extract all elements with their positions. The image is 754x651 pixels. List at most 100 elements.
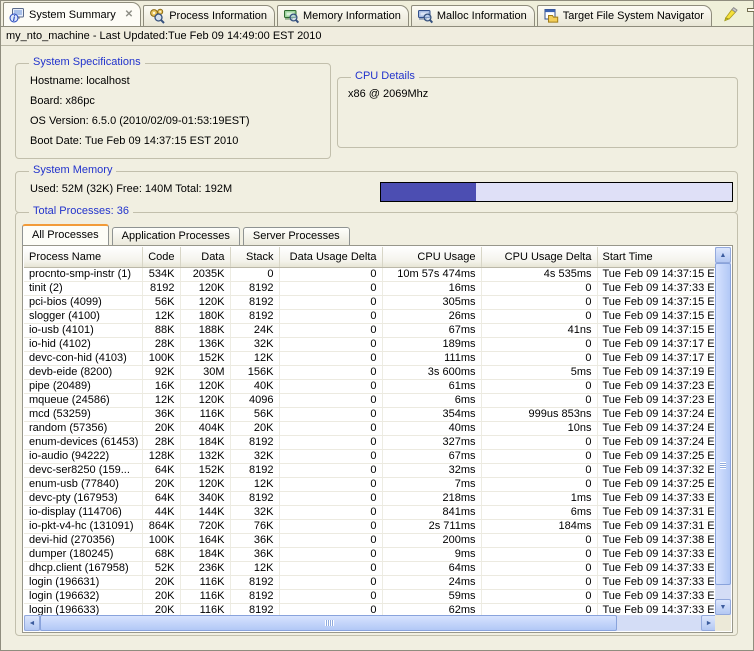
table-row[interactable]: dumper (180245) 68K 184K 36K 0 9ms 0 Tue… xyxy=(24,547,717,561)
cell-start-time: Tue Feb 09 14:37:38 E. xyxy=(597,533,717,547)
memory-usage-bar xyxy=(380,182,733,202)
table-row[interactable]: random (57356) 20K 404K 20K 0 40ms 10ns … xyxy=(24,421,717,435)
cell-cpu-usage-delta: 0 xyxy=(481,295,597,309)
minimize-icon[interactable] xyxy=(747,8,754,12)
cell-start-time: Tue Feb 09 14:37:33 E. xyxy=(597,281,717,295)
table-row[interactable]: io-usb (4101) 88K 188K 24K 0 67ms 41ns T… xyxy=(24,323,717,337)
cell-stack: 76K xyxy=(230,519,279,533)
table-row[interactable]: enum-usb (77840) 20K 120K 12K 0 7ms 0 Tu… xyxy=(24,477,717,491)
system-summary-view: i System Summary ✕ Process Information xyxy=(0,0,754,651)
table-row[interactable]: io-display (114706) 44K 144K 32K 0 841ms… xyxy=(24,505,717,519)
horizontal-scrollbar[interactable]: ◄ ► xyxy=(24,615,717,631)
col-start-time[interactable]: Start Time xyxy=(597,247,717,267)
col-stack[interactable]: Stack xyxy=(230,247,279,267)
cell-start-time: Tue Feb 09 14:37:24 E. xyxy=(597,435,717,449)
col-cpu-usage[interactable]: CPU Usage xyxy=(382,247,481,267)
cell-data-usage-delta: 0 xyxy=(279,351,382,365)
cell-stack: 20K xyxy=(230,421,279,435)
col-code[interactable]: Code xyxy=(142,247,180,267)
cell-process-name: login (196632) xyxy=(24,589,142,603)
table-row[interactable]: devi-hid (270356) 100K 164K 36K 0 200ms … xyxy=(24,533,717,547)
table-row[interactable]: io-hid (4102) 28K 136K 32K 0 189ms 0 Tue… xyxy=(24,337,717,351)
cell-cpu-usage: 67ms xyxy=(382,449,481,463)
cell-data: 340K xyxy=(180,491,230,505)
table-row[interactable]: procnto-smp-instr (1) 534K 2035K 0 0 10m… xyxy=(24,267,717,281)
vertical-scrollbar[interactable]: ▲ ▼ xyxy=(715,247,731,615)
cell-process-name: devb-eide (8200) xyxy=(24,365,142,379)
memory-information-icon xyxy=(283,8,299,24)
col-data[interactable]: Data xyxy=(180,247,230,267)
table-row[interactable]: devc-con-hid (4103) 100K 152K 12K 0 111m… xyxy=(24,351,717,365)
table-row[interactable]: login (196633) 20K 116K 8192 0 62ms 0 Tu… xyxy=(24,603,717,615)
table-row[interactable]: slogger (4100) 12K 180K 8192 0 26ms 0 Tu… xyxy=(24,309,717,323)
table-row[interactable]: enum-devices (61453) 28K 184K 8192 0 327… xyxy=(24,435,717,449)
cell-data: 144K xyxy=(180,505,230,519)
cell-data-usage-delta: 0 xyxy=(279,393,382,407)
cell-code: 68K xyxy=(142,547,180,561)
cell-process-name: pci-bios (4099) xyxy=(24,295,142,309)
cell-start-time: Tue Feb 09 14:37:24 E. xyxy=(597,407,717,421)
highlighter-icon[interactable] xyxy=(723,6,739,22)
cell-start-time: Tue Feb 09 14:37:24 E. xyxy=(597,421,717,435)
cell-data-usage-delta: 0 xyxy=(279,309,382,323)
cell-cpu-usage: 24ms xyxy=(382,575,481,589)
cell-data-usage-delta: 0 xyxy=(279,323,382,337)
cell-cpu-usage: 3s 600ms xyxy=(382,365,481,379)
cell-stack: 40K xyxy=(230,379,279,393)
cell-data: 188K xyxy=(180,323,230,337)
cell-code: 64K xyxy=(142,491,180,505)
tab-target-file-system-navigator[interactable]: Target File System Navigator xyxy=(537,5,712,26)
group-title: System Specifications xyxy=(29,56,145,68)
col-process-name[interactable]: Process Name xyxy=(24,247,142,267)
table-row[interactable]: devc-ser8250 (159... 64K 152K 8192 0 32m… xyxy=(24,463,717,477)
cell-cpu-usage-delta: 6ms xyxy=(481,505,597,519)
cell-code: 28K xyxy=(142,337,180,351)
cell-data: 116K xyxy=(180,407,230,421)
tab-process-information[interactable]: Process Information xyxy=(143,5,275,26)
vertical-scrollbar-thumb[interactable] xyxy=(715,263,731,585)
cell-start-time: Tue Feb 09 14:37:33 E. xyxy=(597,561,717,575)
scroll-left-button[interactable]: ◄ xyxy=(24,615,40,631)
tab-label: Application Processes xyxy=(122,230,230,242)
table-row[interactable]: pci-bios (4099) 56K 120K 8192 0 305ms 0 … xyxy=(24,295,717,309)
tab-system-summary[interactable]: i System Summary ✕ xyxy=(3,2,141,26)
cell-cpu-usage-delta: 0 xyxy=(481,589,597,603)
table-row[interactable]: devc-pty (167953) 64K 340K 8192 0 218ms … xyxy=(24,491,717,505)
close-icon[interactable]: ✕ xyxy=(125,9,133,20)
table-row[interactable]: pipe (20489) 16K 120K 40K 0 61ms 0 Tue F… xyxy=(24,379,717,393)
cell-cpu-usage: 189ms xyxy=(382,337,481,351)
scroll-down-button[interactable]: ▼ xyxy=(715,599,731,615)
table-row[interactable]: devb-eide (8200) 92K 30M 156K 0 3s 600ms… xyxy=(24,365,717,379)
cell-process-name: mcd (53259) xyxy=(24,407,142,421)
table-row[interactable]: mqueue (24586) 12K 120K 4096 0 6ms 0 Tue… xyxy=(24,393,717,407)
table-row[interactable]: mcd (53259) 36K 116K 56K 0 354ms 999us 8… xyxy=(24,407,717,421)
scroll-up-button[interactable]: ▲ xyxy=(715,247,731,263)
system-summary-icon: i xyxy=(9,7,25,23)
table-row[interactable]: tinit (2) 8192 120K 8192 0 16ms 0 Tue Fe… xyxy=(24,281,717,295)
tab-malloc-information[interactable]: Malloc Information xyxy=(411,5,535,26)
cell-stack: 12K xyxy=(230,477,279,491)
cell-cpu-usage: 7ms xyxy=(382,477,481,491)
tab-memory-information[interactable]: Memory Information xyxy=(277,5,409,26)
horizontal-scrollbar-thumb[interactable] xyxy=(40,615,617,631)
tab-all-processes[interactable]: All Processes xyxy=(22,224,109,245)
cell-code: 8192 xyxy=(142,281,180,295)
table-row[interactable]: io-pkt-v4-hc (131091) 864K 720K 76K 0 2s… xyxy=(24,519,717,533)
process-information-icon xyxy=(149,8,165,24)
table-row[interactable]: io-audio (94222) 128K 132K 32K 0 67ms 0 … xyxy=(24,449,717,463)
cell-stack: 8192 xyxy=(230,435,279,449)
tab-server-processes[interactable]: Server Processes xyxy=(243,227,350,245)
col-cpu-usage-delta[interactable]: CPU Usage Delta xyxy=(481,247,597,267)
cell-data: 136K xyxy=(180,337,230,351)
cell-process-name: enum-devices (61453) xyxy=(24,435,142,449)
col-data-usage-delta[interactable]: Data Usage Delta xyxy=(279,247,382,267)
table-row[interactable]: login (196632) 20K 116K 8192 0 59ms 0 Tu… xyxy=(24,589,717,603)
cell-data-usage-delta: 0 xyxy=(279,603,382,615)
cell-stack: 8192 xyxy=(230,575,279,589)
tab-application-processes[interactable]: Application Processes xyxy=(112,227,240,245)
cell-cpu-usage: 200ms xyxy=(382,533,481,547)
table-row[interactable]: login (196631) 20K 116K 8192 0 24ms 0 Tu… xyxy=(24,575,717,589)
cell-data-usage-delta: 0 xyxy=(279,267,382,281)
process-table-viewport: Process Name Code Data Stack Data Usage … xyxy=(24,247,717,615)
table-row[interactable]: dhcp.client (167958) 52K 236K 12K 0 64ms… xyxy=(24,561,717,575)
